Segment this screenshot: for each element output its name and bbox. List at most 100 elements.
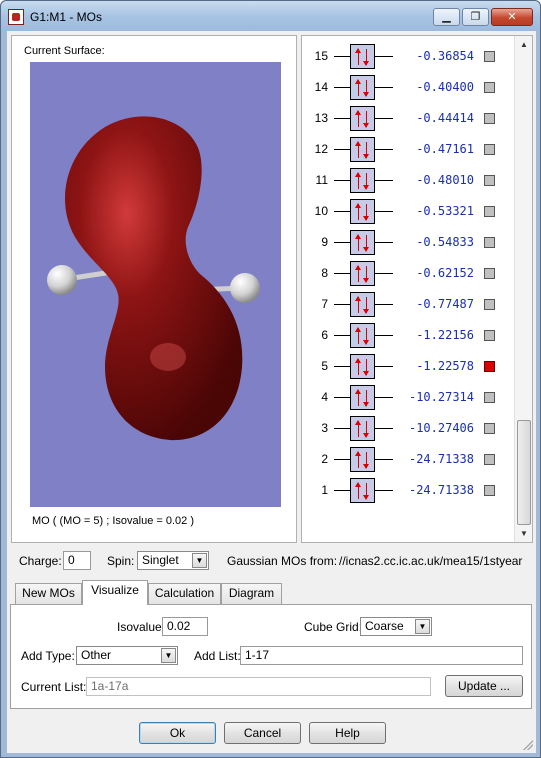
orbital-row[interactable]: 2 -24.71338 xyxy=(302,444,514,475)
energy-level-line-right xyxy=(375,211,393,212)
orbital-level-box[interactable] xyxy=(350,385,375,410)
orbital-select-checkbox[interactable] xyxy=(484,268,495,279)
orbital-level-box[interactable] xyxy=(350,261,375,286)
add-type-select[interactable]: Other ▼ xyxy=(76,646,178,665)
orbital-level-box[interactable] xyxy=(350,75,375,100)
orbital-surface-render xyxy=(30,62,281,507)
update-button[interactable]: Update ... xyxy=(445,675,523,697)
orbital-level-box[interactable] xyxy=(350,230,375,255)
resize-grip-icon[interactable] xyxy=(523,740,533,750)
spin-up-arrow-icon xyxy=(355,110,361,127)
cube-grid-select[interactable]: Coarse ▼ xyxy=(360,617,432,636)
orbital-select-checkbox[interactable] xyxy=(484,175,495,186)
close-button[interactable]: ✕ xyxy=(491,8,533,26)
energy-level-line-right xyxy=(375,428,393,429)
energy-level-line-right xyxy=(375,459,393,460)
energy-level-line-left xyxy=(334,87,350,88)
chevron-down-icon[interactable]: ▼ xyxy=(192,553,207,568)
spin-down-arrow-icon xyxy=(363,421,369,438)
orbital-row[interactable]: 15 -0.36854 xyxy=(302,41,514,72)
hydrogen-atom-left xyxy=(47,265,77,295)
orbital-energy: -0.40400 xyxy=(416,80,474,94)
maximize-button[interactable]: ❐ xyxy=(462,8,489,26)
orbital-select-checkbox[interactable] xyxy=(484,299,495,310)
title-bar[interactable]: G1:M1 - MOs ▁ ❐ ✕ xyxy=(1,1,540,31)
tab-calculation[interactable]: Calculation xyxy=(148,583,221,604)
energy-level-line-right xyxy=(375,366,393,367)
orbital-select-checkbox[interactable] xyxy=(484,485,495,496)
scroll-up-arrow-icon[interactable]: ▲ xyxy=(515,36,532,53)
orbital-select-checkbox[interactable] xyxy=(484,82,495,93)
scroll-down-arrow-icon[interactable]: ▼ xyxy=(515,525,532,542)
orbital-energy: -0.36854 xyxy=(416,49,474,63)
orbital-select-checkbox[interactable] xyxy=(484,237,495,248)
orbital-level-box[interactable] xyxy=(350,106,375,131)
orbital-select-checkbox[interactable] xyxy=(484,454,495,465)
spin-select[interactable]: Singlet ▼ xyxy=(137,551,209,570)
minimize-button[interactable]: ▁ xyxy=(433,8,460,26)
orbital-level-box[interactable] xyxy=(350,323,375,348)
spin-up-arrow-icon xyxy=(355,451,361,468)
tab-visualize[interactable]: Visualize xyxy=(82,580,148,605)
chevron-down-icon[interactable]: ▼ xyxy=(415,619,430,634)
orbital-select-checkbox[interactable] xyxy=(484,206,495,217)
help-button[interactable]: Help xyxy=(309,722,386,744)
orbital-row[interactable]: 3 -10.27406 xyxy=(302,413,514,444)
orbital-select-checkbox[interactable] xyxy=(484,113,495,124)
orbital-energy: -1.22578 xyxy=(416,359,474,373)
orbital-row[interactable]: 14 -0.40400 xyxy=(302,72,514,103)
charge-field[interactable]: 0 xyxy=(63,551,91,570)
ok-button[interactable]: Ok xyxy=(139,722,216,744)
orbital-row[interactable]: 5 -1.22578 xyxy=(302,351,514,382)
orbital-row[interactable]: 4 -10.27314 xyxy=(302,382,514,413)
orbital-row[interactable]: 7 -0.77487 xyxy=(302,289,514,320)
orbital-level-box[interactable] xyxy=(350,44,375,69)
orbital-select-checkbox[interactable] xyxy=(484,51,495,62)
orbital-level-box[interactable] xyxy=(350,447,375,472)
vertical-scrollbar[interactable]: ▲ ▼ xyxy=(514,36,532,542)
mo-caption: MO ( (MO = 5) ; Isovalue = 0.02 ) xyxy=(32,515,194,527)
scrollbar-thumb[interactable] xyxy=(517,420,531,525)
orbital-number: 1 xyxy=(321,483,328,497)
energy-level-line-left xyxy=(334,118,350,119)
chevron-down-icon[interactable]: ▼ xyxy=(161,648,176,663)
energy-level-line-left xyxy=(334,490,350,491)
orbital-row[interactable]: 13 -0.44414 xyxy=(302,103,514,134)
tab-diagram[interactable]: Diagram xyxy=(221,583,282,604)
orbital-level-box[interactable] xyxy=(350,354,375,379)
energy-level-line-left xyxy=(334,459,350,460)
add-list-field[interactable]: 1-17 xyxy=(240,646,523,665)
isovalue-label: Isovalue: xyxy=(117,620,166,634)
orbital-select-checkbox[interactable] xyxy=(484,144,495,155)
energy-level-line-left xyxy=(334,335,350,336)
orbital-level-box[interactable] xyxy=(350,137,375,162)
orbital-row[interactable]: 10 -0.53321 xyxy=(302,196,514,227)
energy-level-line-left xyxy=(334,366,350,367)
source-label: Gaussian MOs from: xyxy=(227,554,338,568)
orbital-row[interactable]: 8 -0.62152 xyxy=(302,258,514,289)
energy-level-line-right xyxy=(375,118,393,119)
spin-down-arrow-icon xyxy=(363,390,369,407)
orbital-row[interactable]: 11 -0.48010 xyxy=(302,165,514,196)
orbital-row[interactable]: 12 -0.47161 xyxy=(302,134,514,165)
orbital-level-box[interactable] xyxy=(350,416,375,441)
dialog-body: Current Surface: MO ((MO = 5) ; Isovalu… xyxy=(7,31,536,753)
isovalue-field[interactable]: 0.02 xyxy=(162,617,208,636)
orbital-select-checkbox[interactable] xyxy=(484,392,495,403)
orbital-select-checkbox[interactable] xyxy=(484,330,495,341)
orbital-level-box[interactable] xyxy=(350,478,375,503)
cancel-button[interactable]: Cancel xyxy=(224,722,301,744)
orbital-level-box[interactable] xyxy=(350,168,375,193)
orbital-level-box[interactable] xyxy=(350,292,375,317)
orbital-row[interactable]: 6 -1.22156 xyxy=(302,320,514,351)
orbital-energy: -24.71338 xyxy=(408,483,474,497)
surface-panel: Current Surface: MO ((MO = 5) ; Isovalu… xyxy=(11,35,297,543)
orbital-select-checkbox[interactable] xyxy=(484,361,495,372)
tab-new-mos[interactable]: New MOs xyxy=(15,583,82,604)
orbital-level-box[interactable] xyxy=(350,199,375,224)
orbital-row[interactable]: 9 -0.54833 xyxy=(302,227,514,258)
spin-label: Spin: xyxy=(107,554,135,568)
orbital-select-checkbox[interactable] xyxy=(484,423,495,434)
orbital-row[interactable]: 1 -24.71338 xyxy=(302,475,514,506)
molecule-viewport[interactable] xyxy=(30,62,281,507)
